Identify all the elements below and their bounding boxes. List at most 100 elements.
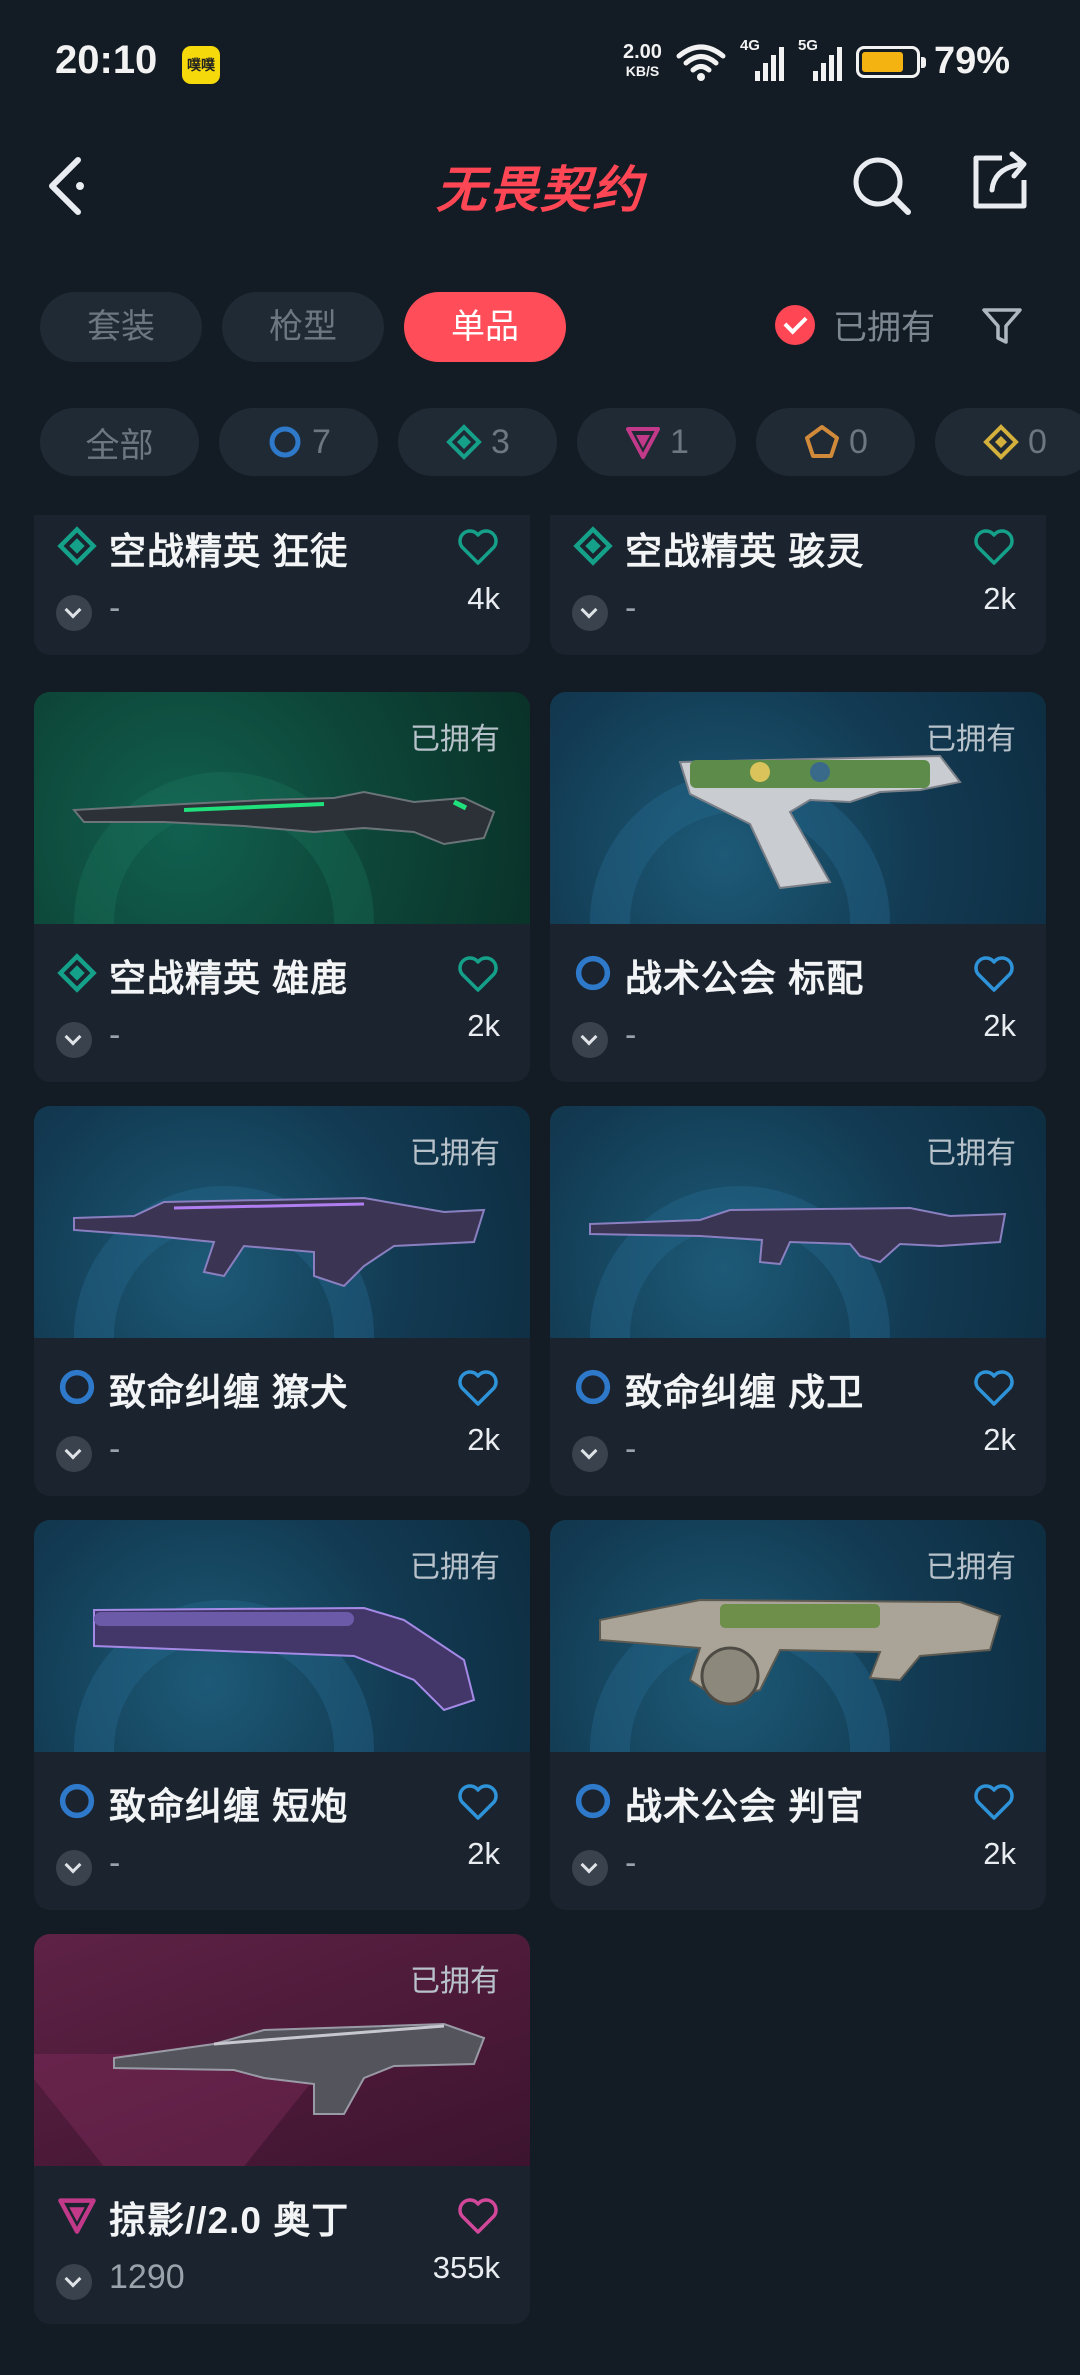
owned-filter-label: 已拥有 [833,309,935,347]
valorant-points-icon [572,1850,608,1886]
skin-image: 已拥有 [34,1106,530,1338]
skin-card[interactable]: 已拥有 致命纠缠 戍卫 - 2k [550,1106,1046,1496]
skin-grid: 空战精英 狂徒 - 4k 空战精英 骇灵 - 2k 已拥有 空战精英 雄鹿 - … [34,515,1046,2345]
favorite-heart-icon[interactable] [972,1368,1016,1408]
notification-app-icon: 噗噗 [182,46,220,84]
select-tier-icon [59,1783,95,1819]
game-logo: 无畏契约 [436,162,644,218]
skin-price: - [625,1016,637,1054]
favorite-count: 2k [467,1422,500,1457]
chip-exclusive-tier[interactable]: 0 [756,408,915,476]
app-header: 无畏契约 [0,130,1080,240]
owned-filter-toggle[interactable]: 已拥有 [775,300,935,349]
deluxe-tier-icon [573,526,613,566]
chip-select-tier[interactable]: 7 [219,408,378,476]
back-button[interactable] [40,152,100,220]
favorite-heart-icon[interactable] [456,1782,500,1822]
favorite-heart-icon[interactable] [456,2196,500,2236]
search-icon[interactable] [850,154,914,218]
tier-filter-chips: 全部 7 3 1 0 0 [40,408,1080,476]
checkmark-icon [775,304,815,345]
favorite-heart-icon[interactable] [456,1368,500,1408]
select-tier-icon [575,1369,611,1405]
favorite-count: 4k [467,581,500,616]
judge-image [599,1598,1002,1706]
favorite-heart-icon[interactable] [972,954,1016,994]
skin-price: - [109,1430,121,1468]
select-tier-icon [269,426,301,458]
skin-image: 已拥有 [34,692,530,924]
skin-name: 空战精英 骇灵 [625,531,865,572]
wifi-icon [676,44,726,81]
filter-icon[interactable] [980,304,1024,348]
skin-name: 战术公会 判官 [625,1786,865,1827]
favorite-count: 355k [432,2250,500,2285]
favorite-heart-icon[interactable] [972,1782,1016,1822]
valorant-points-icon [56,2264,92,2300]
category-tabs: 套装 枪型 单品 [40,292,566,362]
skin-price: - [625,1430,637,1468]
cell-signal-5g-icon: 5G [798,37,842,83]
favorite-heart-icon[interactable] [456,954,500,994]
skin-card[interactable]: 已拥有 致命纠缠 獠犬 - 2k [34,1106,530,1496]
skin-card[interactable]: 已拥有 战术公会 判官 - 2k [550,1520,1046,1910]
favorite-heart-icon[interactable] [972,527,1016,567]
skin-card[interactable]: 已拥有 空战精英 雄鹿 - 2k [34,692,530,1082]
favorite-count: 2k [983,1008,1016,1043]
chip-all[interactable]: 全部 [40,408,199,476]
skin-image: 已拥有 [34,1520,530,1752]
skin-image: 已拥有 [550,1106,1046,1338]
valorant-points-icon [572,595,608,631]
tab-single-item[interactable]: 单品 [404,292,566,362]
skin-card[interactable]: 空战精英 骇灵 - 2k [550,515,1046,655]
shotgun-image [71,790,496,846]
tab-weapon-type[interactable]: 枪型 [222,292,384,362]
chip-ultra-tier[interactable]: 0 [935,408,1080,476]
smg-image [73,1196,486,1288]
skin-name: 致命纠缠 短炮 [109,1786,349,1827]
skin-price: - [625,589,637,627]
deluxe-tier-icon [446,424,482,460]
battery-percent: 79% [933,40,1010,82]
share-icon[interactable] [968,150,1032,214]
status-time: 20:10 [55,38,158,82]
valorant-points-icon [56,595,92,631]
valorant-points-icon [56,1850,92,1886]
rifle-image [589,1206,1007,1266]
skin-name: 致命纠缠 戍卫 [625,1372,865,1413]
cell-signal-4g-icon: 4G [740,37,784,83]
tab-bundle[interactable]: 套装 [40,292,202,362]
favorite-count: 2k [467,1008,500,1043]
pistol-image [678,754,962,890]
valorant-points-icon [572,1436,608,1472]
favorite-count: 2k [983,581,1016,616]
chip-deluxe-tier[interactable]: 3 [398,408,557,476]
deluxe-tier-icon [57,953,97,993]
deluxe-tier-icon [57,526,97,566]
skin-image: 已拥有 [550,692,1046,924]
select-tier-icon [59,1369,95,1405]
skin-name: 战术公会 标配 [625,958,865,999]
favorite-count: 2k [983,1836,1016,1871]
exclusive-tier-icon [805,425,840,458]
valorant-points-icon [56,1436,92,1472]
favorite-heart-icon[interactable] [456,527,500,567]
skin-card[interactable]: 已拥有 掠影//2.0 奥丁 1290 355k [34,1934,530,2324]
shorty-image [93,1606,476,1712]
skin-price: - [109,1844,121,1882]
favorite-count: 2k [983,1422,1016,1457]
skin-image: 已拥有 [34,1934,530,2166]
skin-card[interactable]: 已拥有 战术公会 标配 - 2k [550,692,1046,1082]
premium-tier-icon [58,2198,96,2234]
skin-price: - [109,589,121,627]
select-tier-icon [575,955,611,991]
skin-card[interactable]: 空战精英 狂徒 - 4k [34,515,530,655]
skin-card[interactable]: 已拥有 致命纠缠 短炮 - 2k [34,1520,530,1910]
skin-price: 1290 [109,2258,185,2296]
skin-price: - [625,1844,637,1882]
skin-price: - [109,1016,121,1054]
valorant-points-icon [56,1022,92,1058]
chip-premium-tier[interactable]: 1 [577,408,736,476]
skin-name: 致命纠缠 獠犬 [109,1372,349,1413]
valorant-points-icon [572,1022,608,1058]
